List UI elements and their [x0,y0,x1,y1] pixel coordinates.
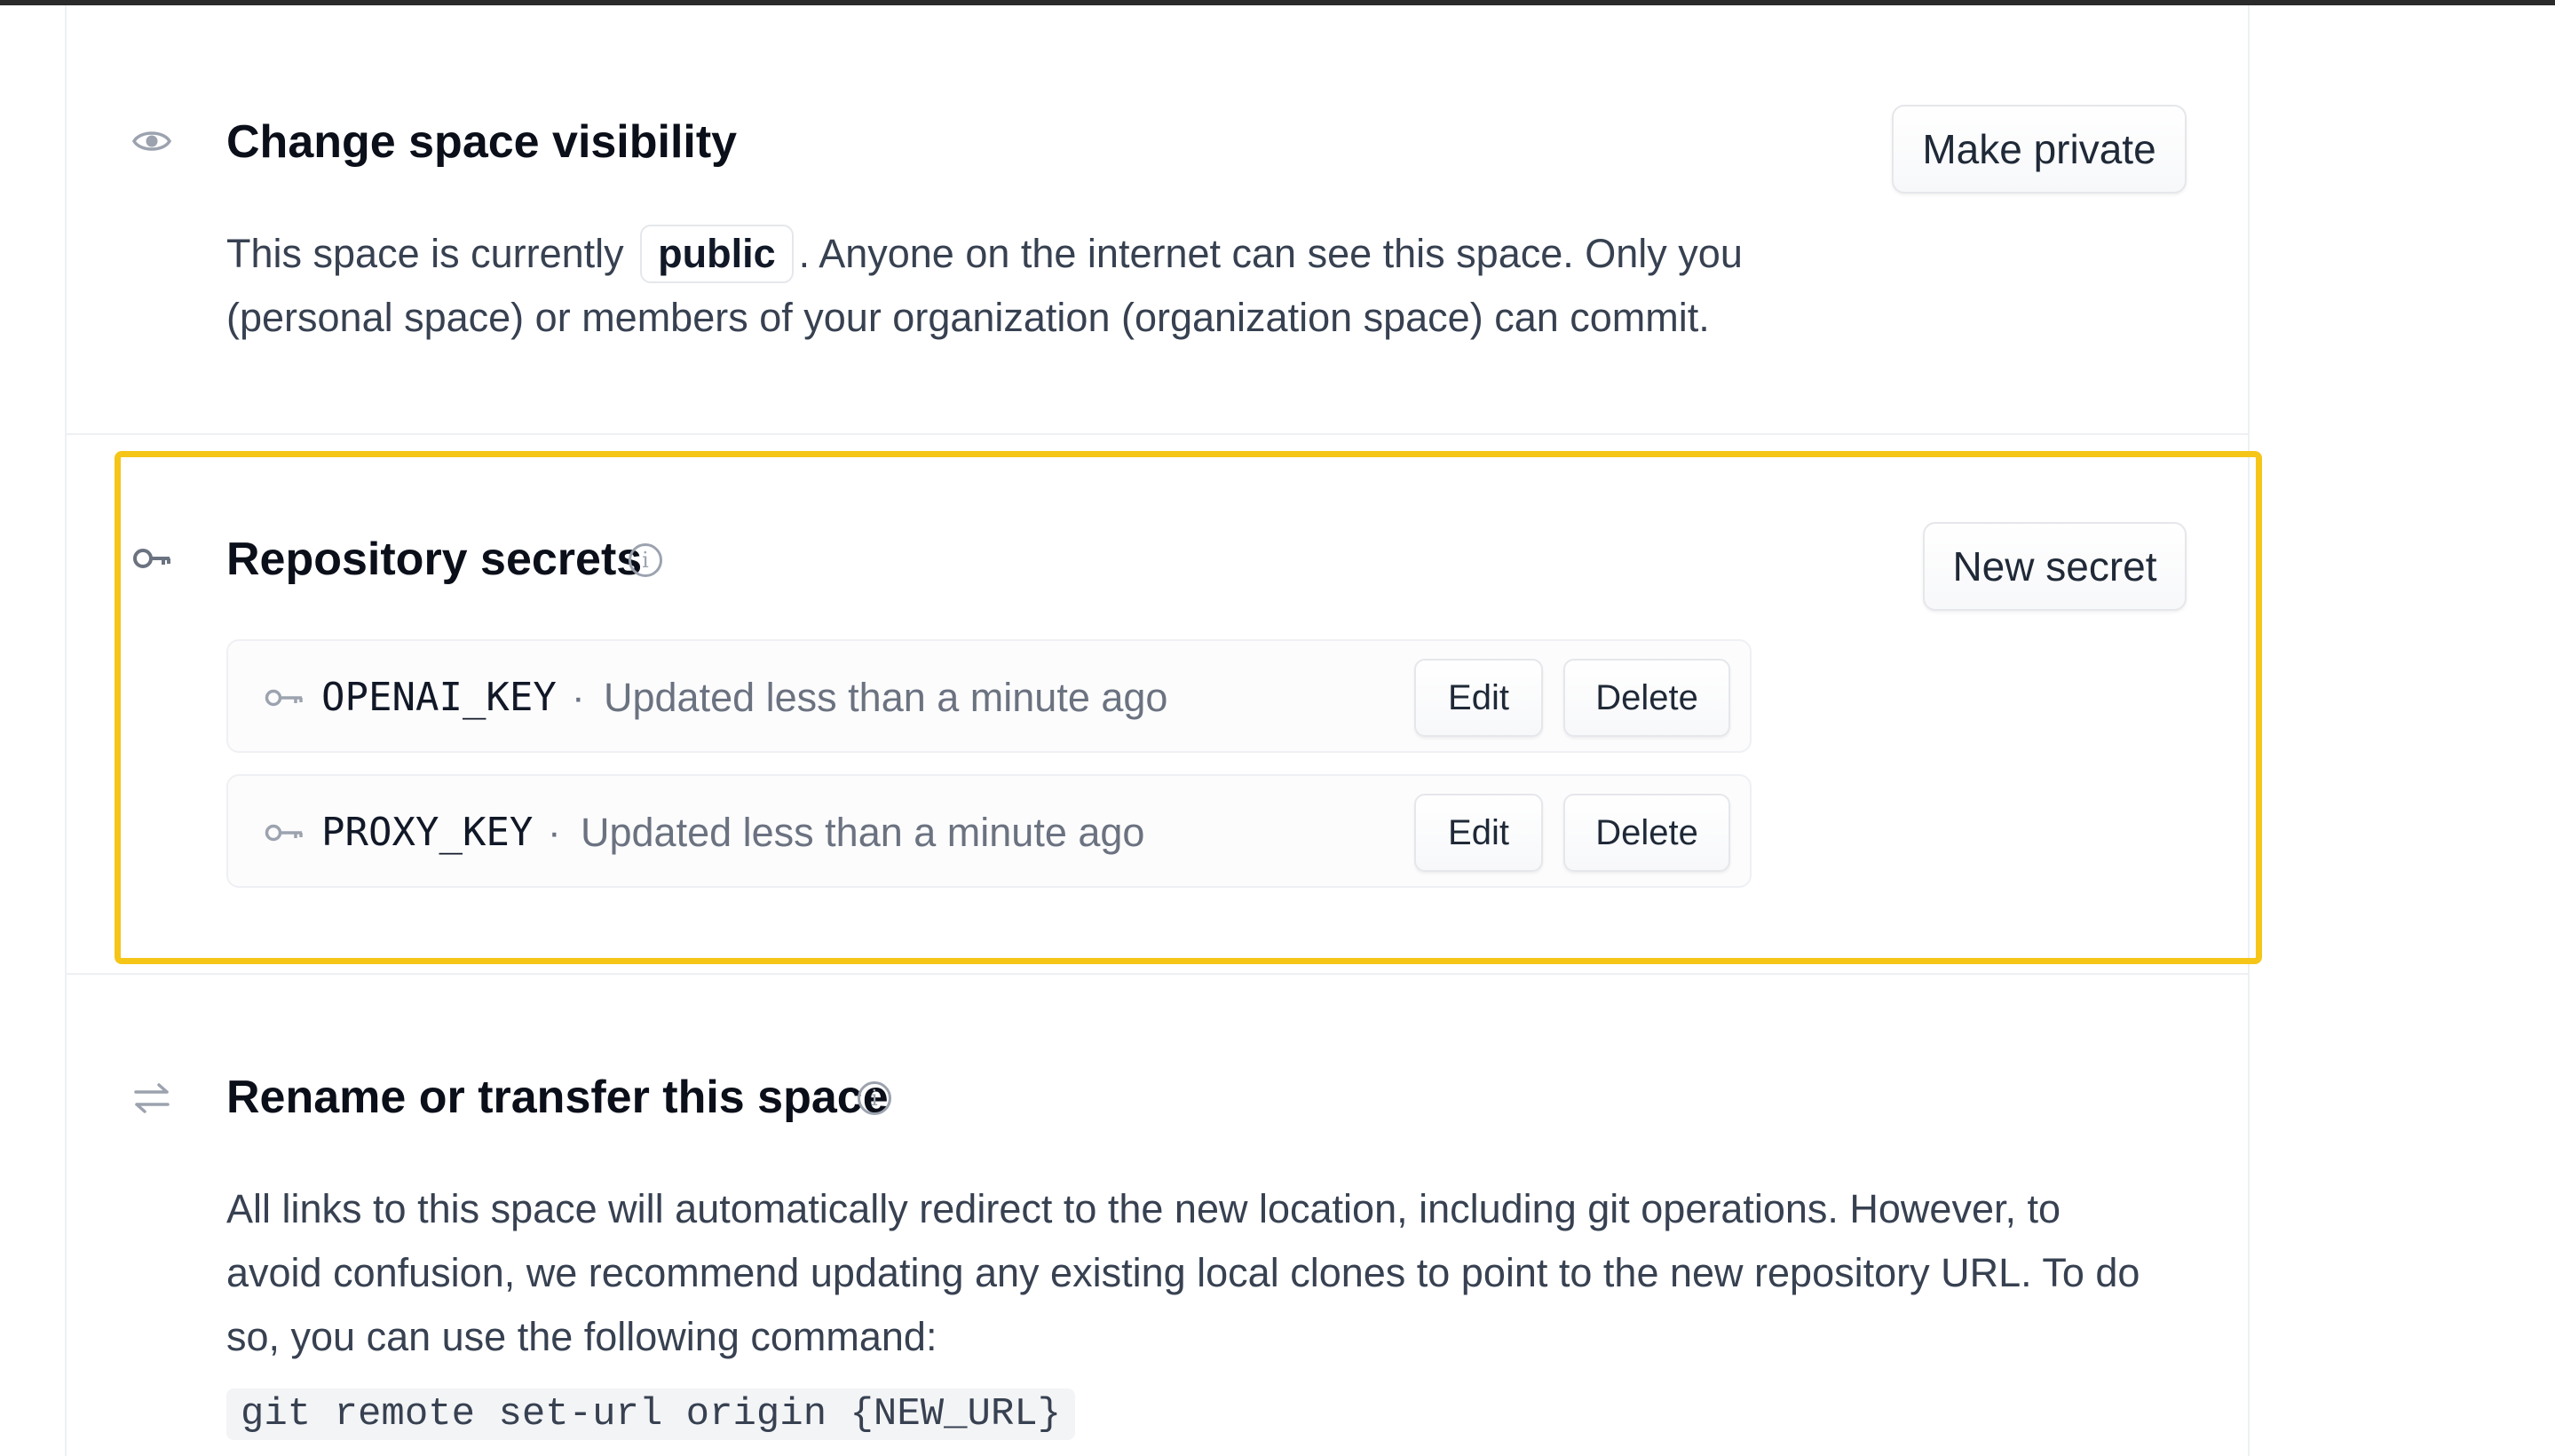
key-icon [265,824,303,842]
secrets-title: Repository secrets [226,534,643,585]
transfer-arrows-icon [131,1078,172,1119]
secret-name: OPENAI_KEY [321,675,557,720]
new-secret-button[interactable]: New secret [1923,522,2187,611]
visibility-description-line2: (personal space) or members of your orga… [226,295,1710,340]
section-divider [65,973,2250,975]
secrets-info-icon[interactable]: i [629,543,662,577]
visibility-description: This space is currently public. Anyone o… [226,222,1743,286]
rename-info-icon[interactable]: i [858,1081,891,1115]
rename-description-line: so, you can use the following command: [226,1314,937,1359]
secret-name: PROXY_KEY [321,810,534,855]
visibility-desc-after: . Anyone on the internet can see this sp… [798,231,1743,276]
secret-updated-time: Updated less than a minute ago [581,810,1145,855]
delete-secret-button[interactable]: Delete [1563,794,1730,872]
secret-updated-time: Updated less than a minute ago [604,675,1168,720]
rename-description-line: All links to this space will automatical… [226,1186,2061,1231]
rename-description-line: avoid confusion, we recommend updating a… [226,1250,2140,1295]
key-icon [265,689,303,707]
visibility-status-badge: public [640,225,794,283]
eye-icon [131,121,172,162]
visibility-desc-before: This space is currently [226,231,624,276]
secret-row: PROXY_KEY · Updated less than a minute a… [226,774,1752,888]
rename-title: Rename or transfer this space [226,1072,889,1123]
secret-separator: · [572,676,585,719]
section-divider [65,433,2250,435]
secret-separator: · [548,811,561,854]
git-command-code: git remote set-url origin {NEW_URL} [226,1389,1076,1440]
make-private-button[interactable]: Make private [1892,105,2187,194]
key-icon [131,538,172,579]
delete-secret-button[interactable]: Delete [1563,659,1730,737]
edit-secret-button[interactable]: Edit [1414,659,1543,737]
edit-secret-button[interactable]: Edit [1414,794,1543,872]
visibility-title: Change space visibility [226,116,738,168]
secret-row: OPENAI_KEY · Updated less than a minute … [226,639,1752,753]
